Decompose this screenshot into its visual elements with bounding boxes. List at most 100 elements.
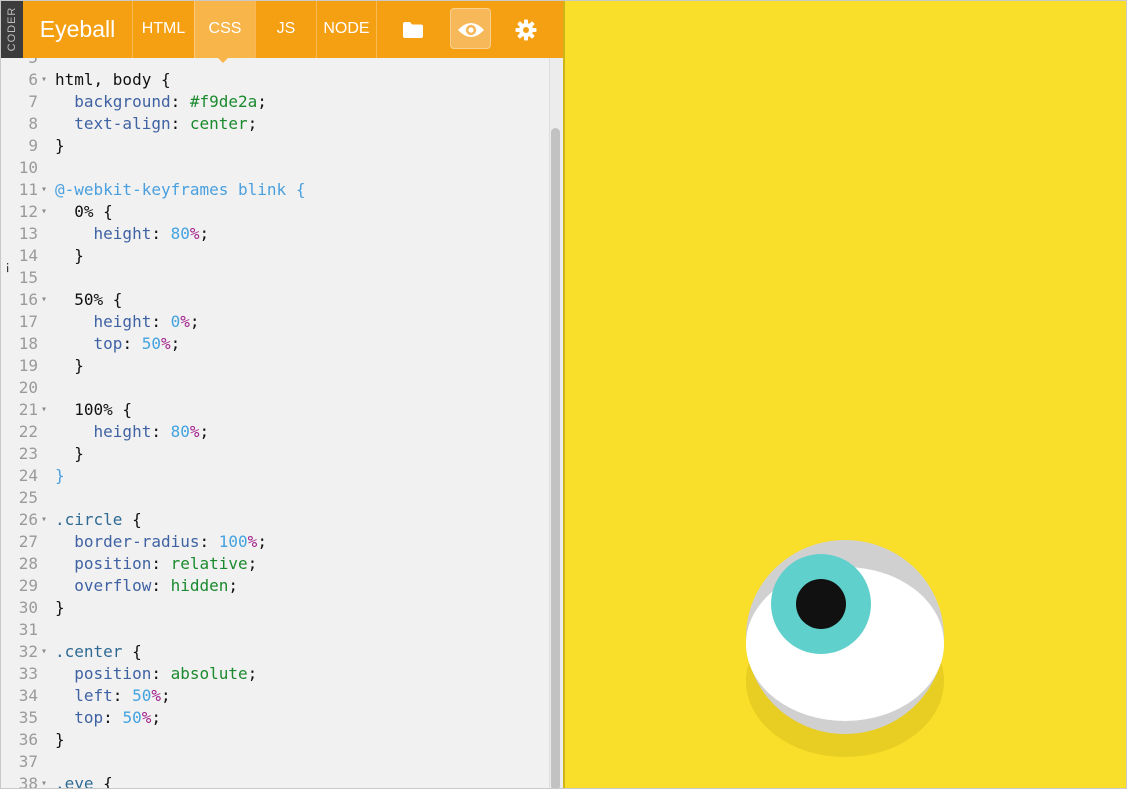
folder-button[interactable]: [389, 1, 437, 58]
code-text: 0% {: [55, 202, 113, 221]
line-number: 24: [18, 466, 38, 485]
code-text: text-align: center;: [74, 114, 258, 133]
settings-button[interactable]: [503, 1, 549, 58]
tab-html[interactable]: HTML: [132, 1, 194, 58]
code-text: 100% {: [55, 400, 133, 419]
code-line[interactable]: 25: [1, 487, 549, 509]
code-line[interactable]: 32 ▾ .center {: [1, 641, 549, 663]
code-line[interactable]: 36}: [1, 729, 549, 751]
line-number: 18: [18, 334, 38, 353]
code-text: @-webkit-keyframes blink {: [55, 180, 306, 199]
line-number: 35: [18, 708, 38, 727]
code-line[interactable]: 6 ▾ html, body {: [1, 69, 549, 91]
code-text: .circle {: [55, 510, 142, 529]
coder-label: CODER: [6, 6, 18, 52]
code-line[interactable]: 13 height: 80%;: [1, 223, 549, 245]
fold-arrow-icon[interactable]: ▾: [41, 773, 47, 788]
app-title: Eyeball: [39, 16, 116, 42]
line-number: 37: [18, 752, 38, 771]
code-text: .eye {: [55, 774, 113, 789]
line-number: 5: [1, 58, 38, 69]
coder-strip: CODER: [1, 1, 23, 58]
code-text: left: 50%;: [74, 686, 171, 705]
folder-icon: [403, 21, 423, 38]
preview-canvas: [746, 540, 944, 757]
fold-arrow-icon[interactable]: ▾: [41, 509, 47, 531]
tab-node[interactable]: NODE: [316, 1, 377, 58]
code-line[interactable]: 38 ▾ .eye {: [1, 773, 549, 789]
code-text: .center {: [55, 642, 142, 661]
code-line[interactable]: 20: [1, 377, 549, 399]
code-text: position: absolute;: [74, 664, 258, 683]
code-text: top: 50%;: [74, 708, 161, 727]
line-number: 9: [28, 136, 38, 155]
fold-arrow-icon[interactable]: ▾: [41, 179, 47, 201]
line-number: 10: [18, 158, 38, 177]
code-line[interactable]: 35 top: 50%;: [1, 707, 549, 729]
line-number: 34: [18, 686, 38, 705]
code-line[interactable]: 11 ▾ @-webkit-keyframes blink {: [1, 179, 549, 201]
code-line[interactable]: 18 top: 50%;: [1, 333, 549, 355]
line-number: 29: [18, 576, 38, 595]
code-line[interactable]: 26 ▾ .circle {: [1, 509, 549, 531]
code-line[interactable]: 23 }: [1, 443, 549, 465]
line-number: 6: [28, 70, 38, 89]
code-line[interactable]: 12 ▾ 0% {: [1, 201, 549, 223]
code-line[interactable]: 24}: [1, 465, 549, 487]
line-number: 19: [18, 356, 38, 375]
code-line[interactable]: 10: [1, 157, 549, 179]
code-line[interactable]: 14 }: [1, 245, 549, 267]
code-line[interactable]: 19 }: [1, 355, 549, 377]
editor-pane: CODER Eyeball HTML CSS JS NODE 6 ▾ html,…: [1, 1, 563, 789]
code-line[interactable]: 30}: [1, 597, 549, 619]
code-text: }: [55, 246, 84, 265]
line-number: 22: [18, 422, 38, 441]
tab-css[interactable]: CSS: [194, 1, 255, 58]
code-line[interactable]: 37: [1, 751, 549, 773]
line-number: 16: [18, 290, 38, 309]
code-editor[interactable]: 56▾html, body {7 background: #f9de2a;8 t…: [1, 58, 563, 789]
code-text: 50% {: [55, 290, 123, 309]
code-text: overflow: hidden;: [74, 576, 239, 595]
code-line[interactable]: 31: [1, 619, 549, 641]
code-line[interactable]: 16 ▾ 50% {: [1, 289, 549, 311]
line-number: 28: [18, 554, 38, 573]
active-tab-pointer: [216, 56, 230, 63]
code-text: position: relative;: [74, 554, 258, 573]
fold-arrow-icon[interactable]: ▾: [41, 69, 47, 91]
line-number: 26: [18, 510, 38, 529]
scrollbar-thumb[interactable]: [551, 128, 560, 788]
code-line[interactable]: 22 height: 80%;: [1, 421, 549, 443]
code-line[interactable]: 17 height: 0%;: [1, 311, 549, 333]
code-line[interactable]: 15: [1, 267, 549, 289]
preview-toggle-icon-wrap: [450, 1, 491, 58]
code-text: }: [55, 356, 84, 375]
code-line[interactable]: 7 background: #f9de2a;: [1, 91, 549, 113]
code-line[interactable]: 8 text-align: center;: [1, 113, 549, 135]
gear-icon: [515, 19, 537, 40]
line-number: 32: [18, 642, 38, 661]
code-line[interactable]: 9}: [1, 135, 549, 157]
fold-arrow-icon[interactable]: ▾: [41, 289, 47, 311]
line-number: 20: [18, 378, 38, 397]
code-text: }: [55, 730, 65, 749]
code-text: height: 0%;: [93, 312, 200, 331]
fold-arrow-icon[interactable]: ▾: [41, 641, 47, 663]
line-number: 30: [18, 598, 38, 617]
code-line[interactable]: 5: [1, 58, 549, 69]
code-text: }: [55, 598, 65, 617]
eye-icon: [457, 22, 484, 37]
toolbar: CODER Eyeball HTML CSS JS NODE: [1, 1, 563, 63]
code-line[interactable]: 27 border-radius: 100%;: [1, 531, 549, 553]
code-line[interactable]: 33 position: absolute;: [1, 663, 549, 685]
fold-arrow-icon[interactable]: ▾: [41, 201, 47, 223]
code-text: html, body {: [55, 70, 171, 89]
fold-arrow-icon[interactable]: ▾: [41, 399, 47, 421]
tab-js[interactable]: JS: [255, 1, 316, 58]
code-line[interactable]: 28 position: relative;: [1, 553, 549, 575]
line-number: 7: [28, 92, 38, 111]
line-number: 33: [18, 664, 38, 683]
code-line[interactable]: 34 left: 50%;: [1, 685, 549, 707]
code-line[interactable]: 29 overflow: hidden;: [1, 575, 549, 597]
code-line[interactable]: 21 ▾ 100% {: [1, 399, 549, 421]
